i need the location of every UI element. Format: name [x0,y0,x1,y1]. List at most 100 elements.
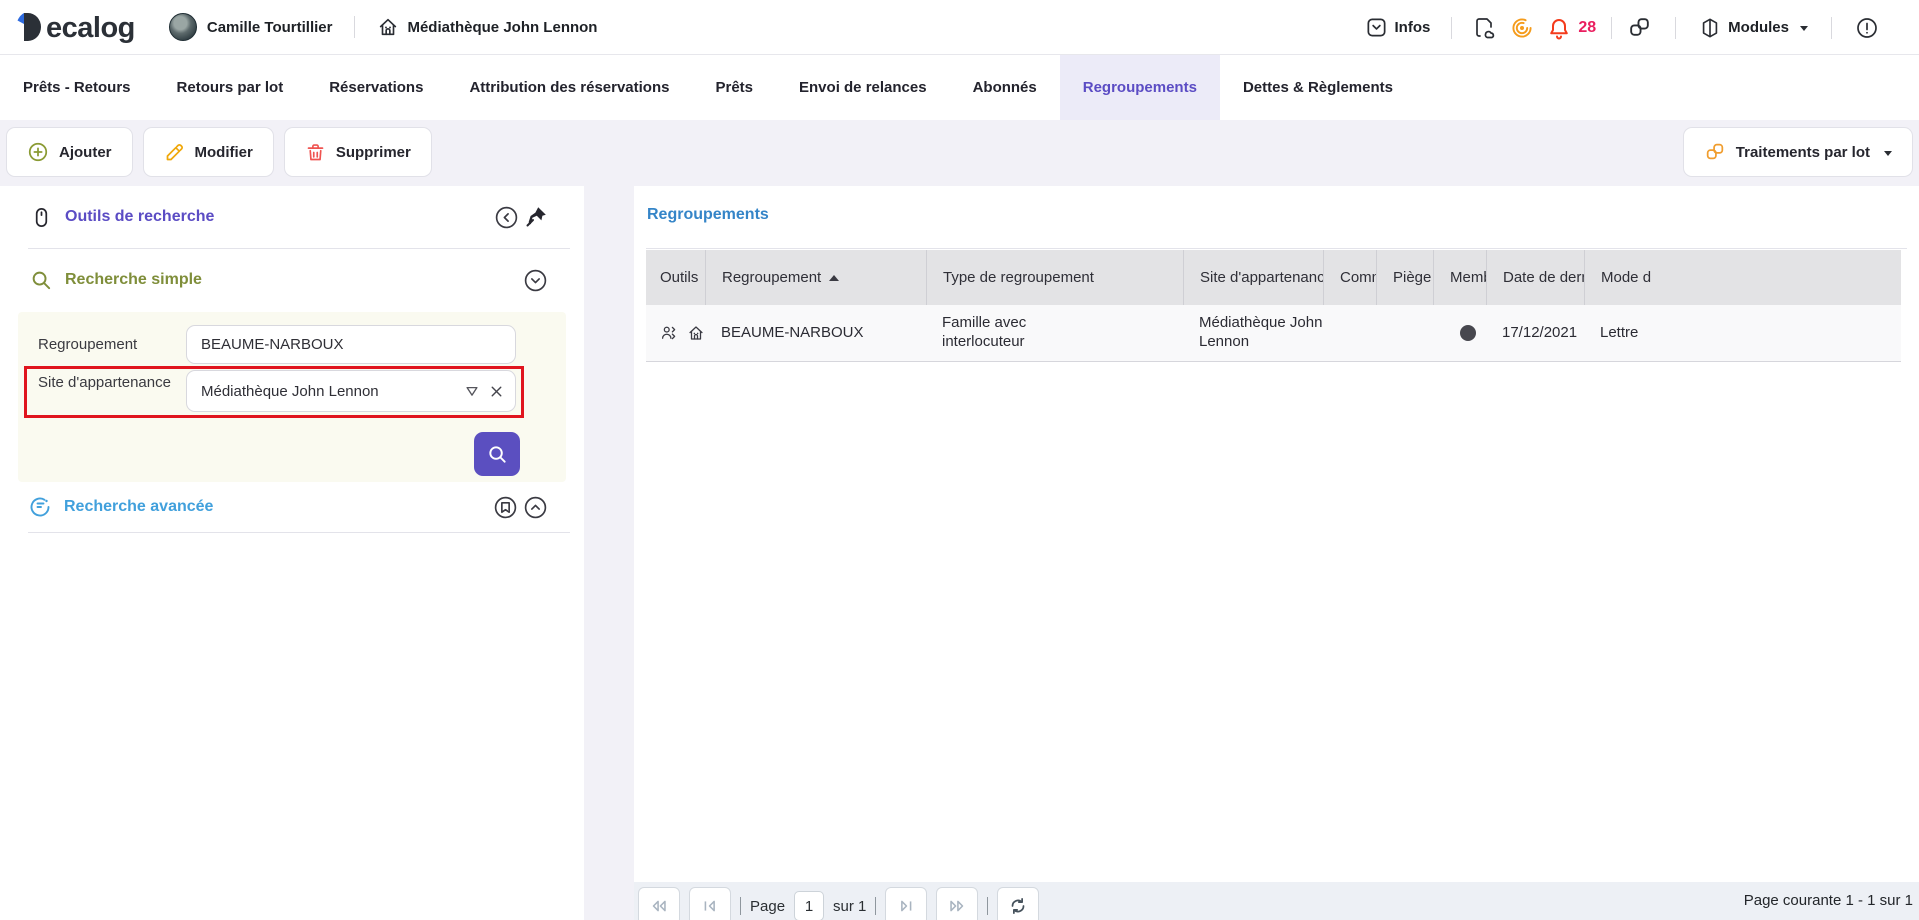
column-header-membres[interactable]: Memb [1433,250,1486,305]
tab-prets[interactable]: Prêts [692,55,776,120]
refresh-icon [1007,895,1029,917]
column-header-type[interactable]: Type de regroupement [926,250,1183,305]
batch-processing-button[interactable]: Traitements par lot [1683,127,1913,177]
clear-field-icon[interactable] [488,383,505,400]
prev-page-icon [699,895,721,917]
tab-abonnes[interactable]: Abonnés [950,55,1060,120]
refresh-button[interactable] [997,887,1039,920]
results-title: Regroupements [647,206,769,224]
next-page-icon [895,895,917,917]
header-divider [354,16,355,38]
broadcast-icon[interactable] [1510,16,1534,40]
module-tabbar: Prêts - Retours Retours par lot Réservat… [0,55,1919,120]
notifications-button[interactable]: 28 [1547,16,1596,40]
cell-site: Médiathèque John Lennon [1183,314,1323,352]
cell-membres [1433,325,1486,341]
column-header-site[interactable]: Site d'appartenance [1183,250,1323,305]
add-button[interactable]: Ajouter [6,127,133,177]
tab-envoi-relances[interactable]: Envoi de relances [776,55,950,120]
collapse-section-button[interactable] [523,268,548,293]
delete-button[interactable]: Supprimer [284,127,432,177]
tab-retours-par-lot[interactable]: Retours par lot [154,55,307,120]
search-tools-header: Outils de recherche [0,186,584,248]
dropdown-triangle-icon[interactable] [463,382,481,400]
row-tools-cell [646,322,705,344]
pager-divider [875,897,876,915]
house-icon [377,16,399,38]
collapse-panel-button[interactable] [494,205,519,230]
add-button-label: Ajouter [59,144,112,161]
regroupement-input[interactable] [186,325,516,364]
user-avatar[interactable] [169,13,197,41]
results-table: Outils Regroupement Type de regroupement… [646,250,1901,362]
column-header-commentaire[interactable]: Comm [1323,250,1376,305]
double-right-icon [946,895,968,917]
page-summary: Page courante 1 - 1 sur 1 [1744,892,1913,909]
tab-attribution-reservations[interactable]: Attribution des réservations [446,55,692,120]
column-header-mode[interactable]: Mode d [1584,250,1901,305]
column-header-piege[interactable]: Piège [1376,250,1433,305]
cell-mode: Lettre [1584,324,1901,343]
infos-button[interactable]: Infos [1365,16,1431,39]
double-left-icon [648,895,670,917]
pin-panel-button[interactable] [524,205,548,229]
mouse-icon [30,206,53,229]
tab-prets-retours[interactable]: Prêts - Retours [0,55,154,120]
first-page-button[interactable] [638,887,680,920]
chain-icon [1704,141,1726,163]
page-of-label: sur 1 [833,898,866,915]
user-name: Camille Tourtillier [207,19,333,36]
plus-circle-icon [27,141,49,163]
search-tools-title: Outils de recherche [65,208,214,226]
table-header-row: Outils Regroupement Type de regroupement… [646,250,1901,305]
next-page-button[interactable] [885,887,927,920]
expand-section-button[interactable] [523,495,548,520]
inbox-icon [1365,16,1388,39]
column-header-regroupement[interactable]: Regroupement [705,250,926,305]
tab-reservations[interactable]: Réservations [306,55,446,120]
edit-button[interactable]: Modifier [143,127,274,177]
table-row[interactable]: BEAUME-NARBOUX Famille avec interlocuteu… [646,305,1901,362]
decalog-logo[interactable]: ecalog [15,11,135,43]
magnifier-icon [30,269,53,292]
members-icon[interactable] [660,322,678,344]
info-circle-icon[interactable] [1855,16,1879,40]
cell-type: Famille avec interlocuteur [926,314,1183,352]
site-icon[interactable] [687,322,705,344]
cell-regroupement: BEAUME-NARBOUX [705,324,926,343]
simple-search-form: Regroupement Site d'appartenance Médiath… [18,312,566,482]
saved-searches-button[interactable] [493,495,518,520]
simple-search-header[interactable]: Recherche simple [0,249,584,311]
results-panel: Regroupements Outils Regroupement Type d… [634,186,1919,920]
links-icon[interactable] [1627,15,1652,40]
previous-page-button[interactable] [689,887,731,920]
header-divider [1831,17,1832,39]
simple-search-title: Recherche simple [65,271,202,289]
search-icon [486,443,509,466]
trash-icon [305,142,326,163]
modules-cube-icon [1699,17,1721,39]
delete-button-label: Supprimer [336,144,411,161]
column-header-outils[interactable]: Outils [646,250,705,305]
logo-d-icon [15,11,45,43]
search-tools-panel: Outils de recherche Recherche simple Reg… [0,186,584,920]
tab-dettes-reglements[interactable]: Dettes & Règlements [1220,55,1416,120]
app-header: ecalog Camille Tourtillier Médiathèque J… [0,0,1919,55]
tab-regroupements[interactable]: Regroupements [1060,55,1220,120]
page-number-input[interactable] [794,891,824,920]
document-cloud-icon[interactable] [1473,16,1497,40]
column-header-date[interactable]: Date de derniè [1486,250,1584,305]
modules-menu[interactable]: Modules [1699,17,1808,39]
regroupement-label: Regroupement [38,336,137,354]
advanced-search-header[interactable]: Recherche avancée [0,482,584,532]
cell-type-text: Famille avec interlocuteur [942,314,1077,352]
last-page-button[interactable] [936,887,978,920]
bell-icon [1547,16,1571,40]
column-header-label: Regroupement [722,269,821,286]
search-submit-button[interactable] [474,432,520,476]
current-site[interactable]: Médiathèque John Lennon [377,16,597,38]
site-appartenance-combo[interactable]: Médiathèque John Lennon [186,370,516,412]
header-divider [1675,17,1676,39]
pager-divider [987,897,988,915]
pencil-icon [164,142,185,163]
